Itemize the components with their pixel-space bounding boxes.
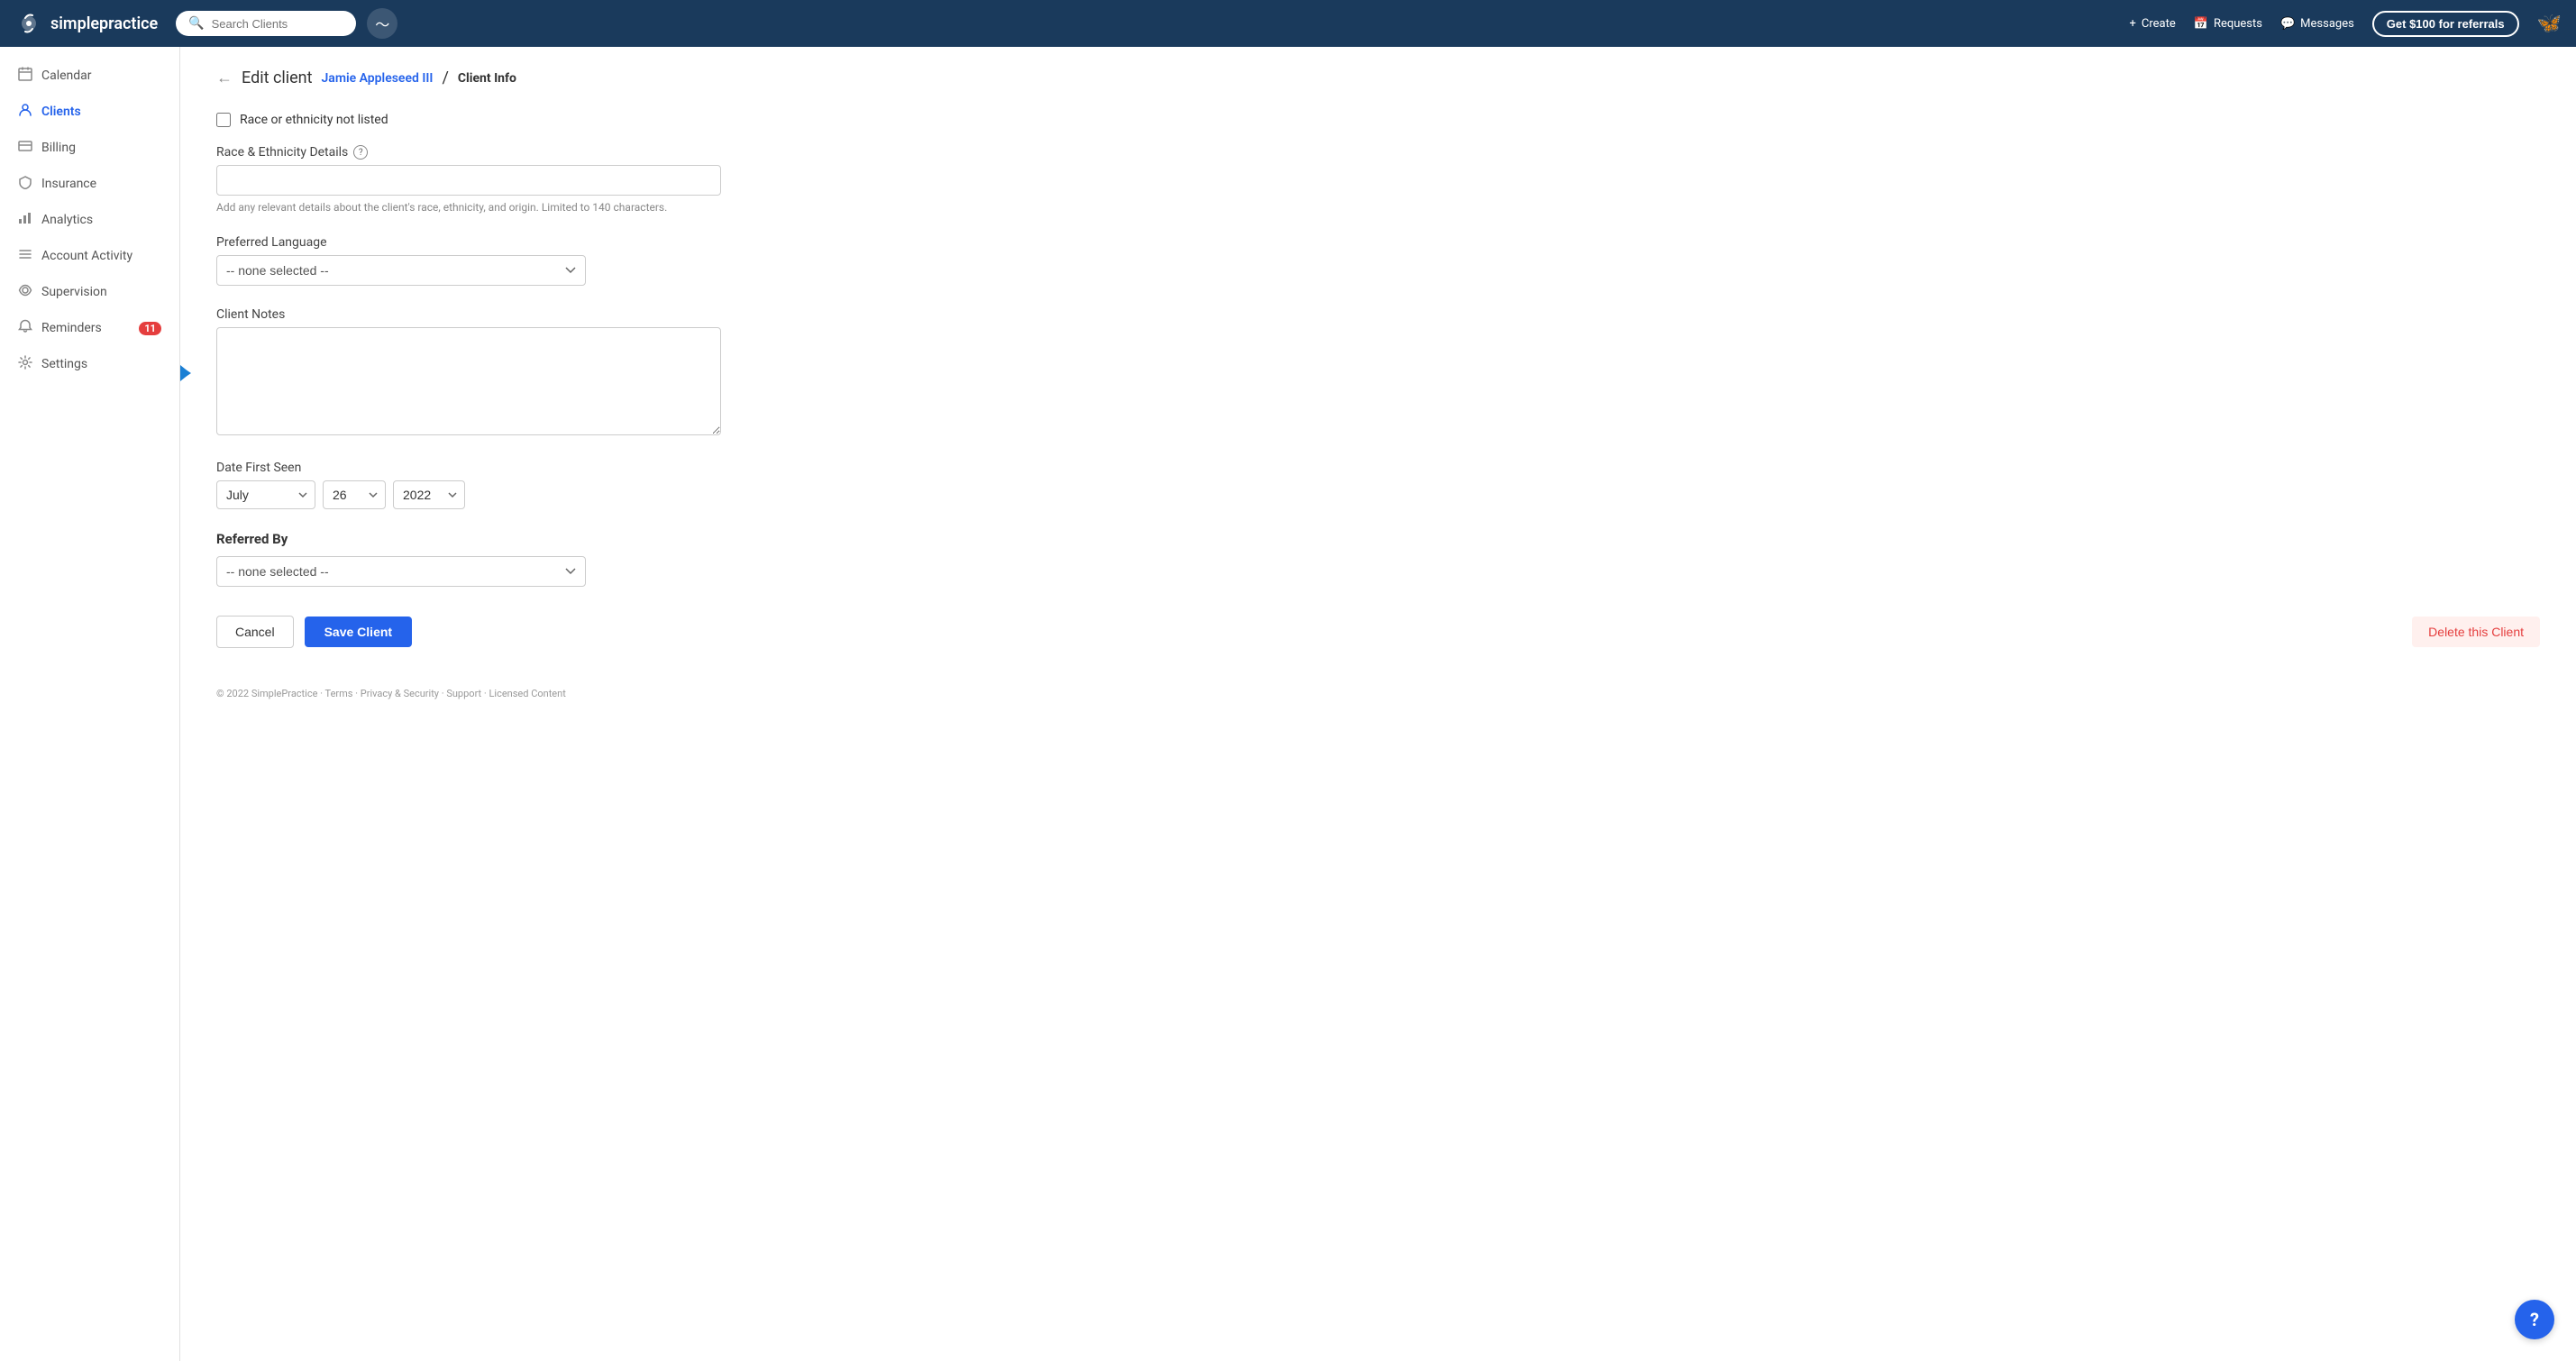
app-name: simplepractice <box>50 14 158 33</box>
reminders-badge: 11 <box>139 322 161 335</box>
analytics-icon <box>18 211 32 229</box>
sidebar-label-supervision: Supervision <box>41 285 107 299</box>
nav-actions: + Create 📅 Requests 💬 Messages Get $100 … <box>2130 11 2562 37</box>
requests-label: Requests <box>2214 17 2262 31</box>
analytics-trend-button[interactable]: 〜 <box>367 8 397 39</box>
clients-icon <box>18 103 32 121</box>
sidebar-label-clients: Clients <box>41 105 81 119</box>
logo-icon <box>14 9 43 38</box>
sidebar-item-settings[interactable]: Settings <box>0 346 179 382</box>
top-navigation: simplepractice 🔍 〜 + Create 📅 Requests 💬… <box>0 0 2576 47</box>
race-details-label: Race & Ethnicity Details ? <box>216 145 2540 160</box>
message-icon: 💬 <box>2280 17 2295 31</box>
sidebar-label-calendar: Calendar <box>41 69 92 83</box>
butterfly-icon[interactable]: 🦋 <box>2537 13 2562 35</box>
cancel-button[interactable]: Cancel <box>216 616 294 648</box>
date-day-select[interactable]: 1 25 26 27 <box>323 480 386 509</box>
footer-text: © 2022 SimplePractice · Terms · Privacy … <box>216 688 566 699</box>
referral-button[interactable]: Get $100 for referrals <box>2372 11 2519 37</box>
sidebar-item-account-activity[interactable]: Account Activity <box>0 238 179 274</box>
action-row: Cancel Save Client Delete this Client <box>216 616 2540 670</box>
race-details-help-icon[interactable]: ? <box>353 145 368 160</box>
date-month-select[interactable]: January February March April May June Ju… <box>216 480 315 509</box>
requests-button[interactable]: 📅 Requests <box>2194 17 2262 31</box>
client-notes-label: Client Notes <box>216 307 2540 322</box>
create-button[interactable]: + Create <box>2130 17 2176 31</box>
sidebar-label-billing: Billing <box>41 141 76 155</box>
date-first-seen-label: Date First Seen <box>216 461 2540 475</box>
breadcrumb-separator: / <box>442 69 448 87</box>
date-year-select[interactable]: 2020 2021 2022 2023 <box>393 480 465 509</box>
account-activity-icon <box>18 247 32 265</box>
main-content: ← Edit client Jamie Appleseed III / Clie… <box>180 47 2576 1361</box>
delete-client-button[interactable]: Delete this Client <box>2412 617 2540 647</box>
trend-icon: 〜 <box>375 13 389 34</box>
sidebar-label-insurance: Insurance <box>41 177 96 191</box>
app-logo[interactable]: simplepractice <box>14 9 158 38</box>
race-not-listed-label[interactable]: Race or ethnicity not listed <box>240 113 388 127</box>
breadcrumb: ← Edit client Jamie Appleseed III / Clie… <box>216 69 2540 87</box>
referred-by-section: Referred By -- none selected -- <box>216 531 2540 587</box>
calendar-icon: 📅 <box>2194 17 2208 31</box>
race-details-hint: Add any relevant details about the clien… <box>216 201 2540 214</box>
preferred-language-label: Preferred Language <box>216 235 2540 250</box>
sidebar-item-calendar[interactable]: Calendar <box>0 58 179 94</box>
sidebar-label-account-activity: Account Activity <box>41 249 132 263</box>
plus-icon: + <box>2130 17 2136 31</box>
race-details-section: Race & Ethnicity Details ? Add any relev… <box>216 145 2540 214</box>
sidebar-label-analytics: Analytics <box>41 213 93 227</box>
app-layout: Calendar Clients Billing Insurance Analy… <box>0 47 2576 1361</box>
create-label: Create <box>2142 17 2176 31</box>
settings-icon <box>18 355 32 373</box>
calendar-icon <box>18 67 32 85</box>
sidebar-label-reminders: Reminders <box>41 321 102 335</box>
search-bar[interactable]: 🔍 <box>176 11 356 36</box>
referred-by-label: Referred By <box>216 531 2540 547</box>
messages-label: Messages <box>2300 17 2354 31</box>
sidebar-item-clients[interactable]: Clients <box>0 94 179 130</box>
sidebar-item-reminders[interactable]: Reminders 11 <box>0 310 179 346</box>
insurance-icon <box>18 175 32 193</box>
date-row: January February March April May June Ju… <box>216 480 2540 509</box>
supervision-icon <box>18 283 32 301</box>
preferred-language-select[interactable]: -- none selected -- English Spanish Fren… <box>216 255 586 286</box>
client-notes-textarea[interactable] <box>216 327 721 435</box>
help-button[interactable]: ? <box>2515 1300 2554 1339</box>
breadcrumb-client-name[interactable]: Jamie Appleseed III <box>322 71 434 86</box>
reminders-icon <box>18 319 32 337</box>
sidebar-item-billing[interactable]: Billing <box>0 130 179 166</box>
sidebar: Calendar Clients Billing Insurance Analy… <box>0 47 180 1361</box>
sidebar-item-insurance[interactable]: Insurance <box>0 166 179 202</box>
back-button[interactable]: ← <box>216 69 233 87</box>
race-not-listed-checkbox[interactable] <box>216 113 231 127</box>
sidebar-item-analytics[interactable]: Analytics <box>0 202 179 238</box>
messages-button[interactable]: 💬 Messages <box>2280 17 2354 31</box>
blue-arrow-annotation <box>180 355 207 391</box>
save-client-button[interactable]: Save Client <box>305 617 412 647</box>
footer: © 2022 SimplePractice · Terms · Privacy … <box>216 688 2540 714</box>
race-checkbox-row: Race or ethnicity not listed <box>216 113 2540 127</box>
breadcrumb-prefix: Edit client <box>242 69 313 87</box>
breadcrumb-section: Client Info <box>458 71 516 86</box>
referred-by-select[interactable]: -- none selected -- <box>216 556 586 587</box>
sidebar-label-settings: Settings <box>41 357 87 371</box>
date-first-seen-section: Date First Seen January February March A… <box>216 461 2540 509</box>
search-icon: 🔍 <box>188 16 204 31</box>
sidebar-item-supervision[interactable]: Supervision <box>0 274 179 310</box>
preferred-language-section: Preferred Language -- none selected -- E… <box>216 235 2540 286</box>
race-details-input[interactable] <box>216 165 721 196</box>
client-notes-section: Client Notes <box>216 307 2540 439</box>
search-input[interactable] <box>212 17 329 31</box>
billing-icon <box>18 139 32 157</box>
